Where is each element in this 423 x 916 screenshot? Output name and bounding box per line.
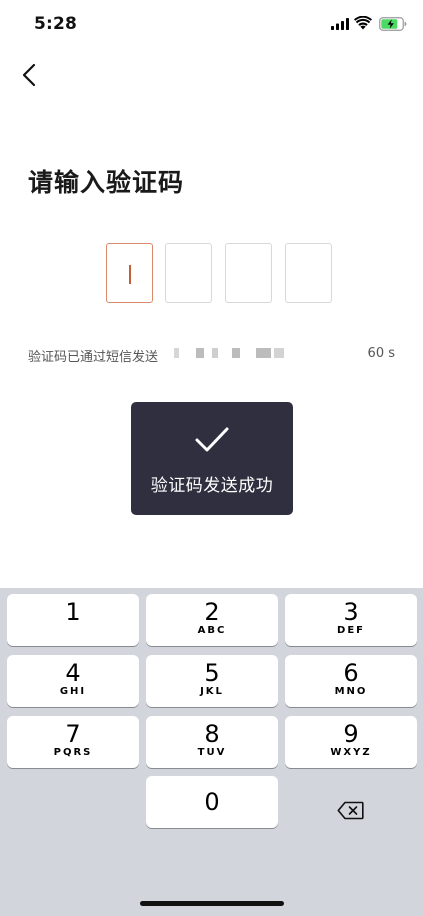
- code-digit-box-1[interactable]: [106, 243, 153, 303]
- chevron-left-icon: [22, 63, 36, 87]
- key-digit: 5: [204, 659, 220, 687]
- key-2[interactable]: 2 ABC: [146, 594, 278, 646]
- battery-charging-icon: [379, 17, 407, 31]
- key-digit: 3: [343, 598, 359, 626]
- key-4[interactable]: 4 GHI: [7, 655, 139, 707]
- wifi-icon: [354, 16, 372, 30]
- key-6[interactable]: 6 MNO: [285, 655, 417, 707]
- key-1[interactable]: 1: [7, 594, 139, 646]
- text-cursor: [129, 265, 131, 284]
- key-0[interactable]: 0: [146, 776, 278, 828]
- numeric-keypad: 1 2 ABC 3 DEF 4 GHI 5 JKL 6 MNO 7 PQRS 8: [0, 588, 423, 916]
- key-digit: 7: [65, 720, 81, 748]
- code-digit-box-4[interactable]: [285, 243, 332, 303]
- key-5[interactable]: 5 JKL: [146, 655, 278, 707]
- backspace-icon: [337, 801, 364, 819]
- key-digit: 8: [204, 720, 220, 748]
- verification-code-screen: 5:28 请输入验证码 验证码已通过短信发送 60 s 验证码发送成功 1 2 …: [0, 0, 423, 916]
- key-letters: WXYZ: [330, 747, 372, 758]
- sms-sent-hint: 验证码已通过短信发送: [28, 350, 159, 365]
- status-bar: 5:28: [0, 0, 423, 50]
- key-letters: DEF: [337, 625, 365, 636]
- key-letters: TUV: [197, 747, 227, 758]
- key-letters: MNO: [334, 686, 368, 697]
- key-letters: ABC: [197, 625, 227, 636]
- home-indicator: [140, 901, 284, 906]
- toast-message: 验证码发送成功: [150, 476, 274, 496]
- status-time: 5:28: [34, 14, 78, 34]
- checkmark-icon: [195, 427, 229, 452]
- key-3[interactable]: 3 DEF: [285, 594, 417, 646]
- success-toast: 验证码发送成功: [131, 402, 293, 515]
- delete-key[interactable]: [284, 784, 416, 836]
- key-letters: PQRS: [53, 747, 93, 758]
- key-8[interactable]: 8 TUV: [146, 716, 278, 768]
- resend-countdown: 60 s: [367, 346, 395, 361]
- key-digit: 9: [343, 720, 359, 748]
- page-title: 请输入验证码: [28, 168, 185, 197]
- cellular-signal-icon: [331, 18, 349, 30]
- key-9[interactable]: 9 WXYZ: [285, 716, 417, 768]
- key-digit: 2: [204, 598, 220, 626]
- key-digit: 0: [204, 788, 220, 816]
- back-button[interactable]: [14, 60, 44, 90]
- key-7[interactable]: 7 PQRS: [7, 716, 139, 768]
- key-digit: 4: [65, 659, 81, 687]
- key-letters: JKL: [200, 686, 224, 697]
- key-digit: 1: [65, 598, 81, 626]
- code-digit-box-2[interactable]: [165, 243, 212, 303]
- key-digit: 6: [343, 659, 359, 687]
- masked-phone-number: [168, 344, 288, 362]
- code-digit-box-3[interactable]: [225, 243, 272, 303]
- key-letters: GHI: [59, 686, 87, 697]
